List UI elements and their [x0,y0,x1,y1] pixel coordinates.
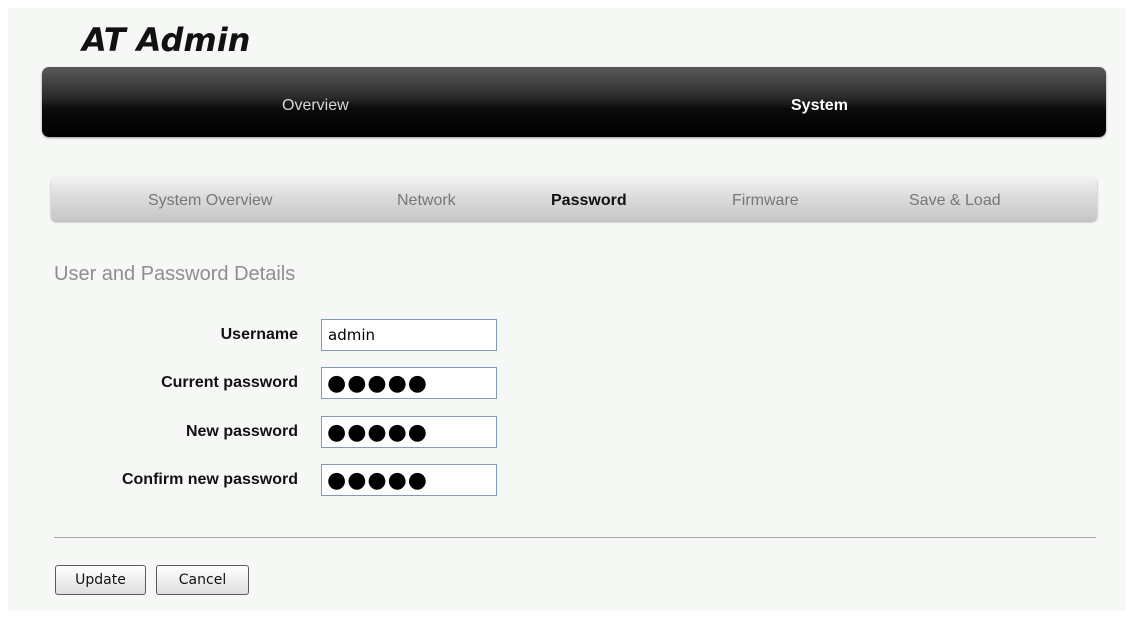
update-button[interactable]: Update [55,565,146,595]
sub-nav-item-network[interactable]: Network [397,177,456,221]
app-title: AT Admin [82,21,251,59]
sub-nav-item-system-overview[interactable]: System Overview [148,177,272,221]
form-divider [54,537,1096,538]
section-heading: User and Password Details [54,263,296,285]
new-password-input[interactable] [321,416,497,448]
cancel-button[interactable]: Cancel [156,565,249,595]
form-row-new-password: New password [0,416,520,448]
new-password-label: New password [185,423,298,440]
main-nav: Overview System [42,67,1106,137]
main-nav-item-system[interactable]: System [791,67,848,137]
form-row-confirm-password: Confirm new password [0,464,520,496]
sub-nav-item-save-load[interactable]: Save & Load [909,177,1001,221]
form-row-current-password: Current password [0,367,520,399]
confirm-password-label: Confirm new password [121,471,298,488]
sub-nav-item-password[interactable]: Password [551,177,627,221]
username-label: Username [220,326,298,343]
form-row-username: Username [0,319,520,351]
sub-nav-item-firmware[interactable]: Firmware [732,177,799,221]
current-password-label: Current password [161,374,298,391]
username-input[interactable] [321,319,497,351]
sub-nav: System Overview Network Password Firmwar… [51,177,1097,221]
confirm-password-input[interactable] [321,464,497,496]
current-password-input[interactable] [321,367,497,399]
main-nav-item-overview[interactable]: Overview [282,67,349,137]
